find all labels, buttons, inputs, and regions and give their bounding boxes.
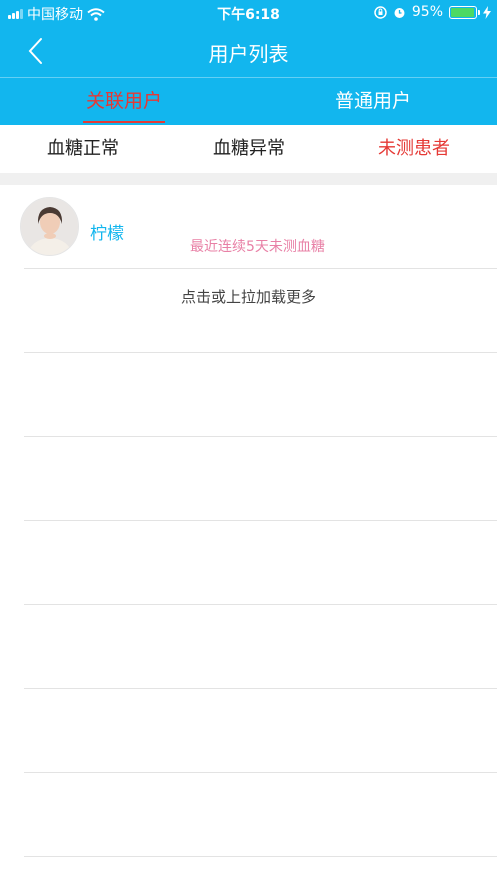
status-bar: 中国移动 下午6:18 95%: [0, 0, 497, 26]
battery-icon: [449, 5, 480, 19]
divider: [24, 856, 497, 857]
divider: [24, 268, 497, 269]
divider: [24, 604, 497, 605]
user-status-note: 最近连续5天未测血糖: [190, 239, 325, 255]
avatar: [20, 197, 79, 256]
load-more-button[interactable]: 点击或上拉加载更多: [0, 286, 497, 307]
battery-percent: 95%: [411, 4, 443, 20]
tab-bar: 关联用户 普通用户: [0, 77, 497, 125]
filter-untested-patients[interactable]: 未测患者: [331, 125, 497, 173]
divider: [24, 688, 497, 689]
active-tab-indicator: [83, 121, 165, 123]
divider: [24, 352, 497, 353]
filter-abnormal-glucose[interactable]: 血糖异常: [166, 125, 332, 173]
navigation-bar: 用户列表: [0, 26, 497, 77]
filter-bar: 血糖正常 血糖异常 未测患者: [0, 125, 497, 173]
status-right: 95%: [374, 4, 491, 20]
orientation-lock-icon: [374, 5, 387, 19]
page-title: 用户列表: [208, 42, 289, 66]
tab-regular-users[interactable]: 普通用户: [249, 78, 497, 125]
alarm-icon: [394, 7, 405, 18]
battery-fill: [451, 7, 474, 17]
divider: [24, 520, 497, 521]
list-item[interactable]: 柠檬 最近连续5天未测血糖: [0, 185, 497, 269]
tab-linked-users[interactable]: 关联用户: [0, 78, 248, 125]
charging-icon: [483, 5, 491, 19]
section-gap: [0, 173, 497, 185]
divider: [24, 436, 497, 437]
divider: [24, 772, 497, 773]
user-list: 柠檬 最近连续5天未测血糖 点击或上拉加载更多: [0, 185, 497, 883]
user-name: 柠檬: [90, 224, 124, 244]
filter-normal-glucose[interactable]: 血糖正常: [0, 125, 166, 173]
